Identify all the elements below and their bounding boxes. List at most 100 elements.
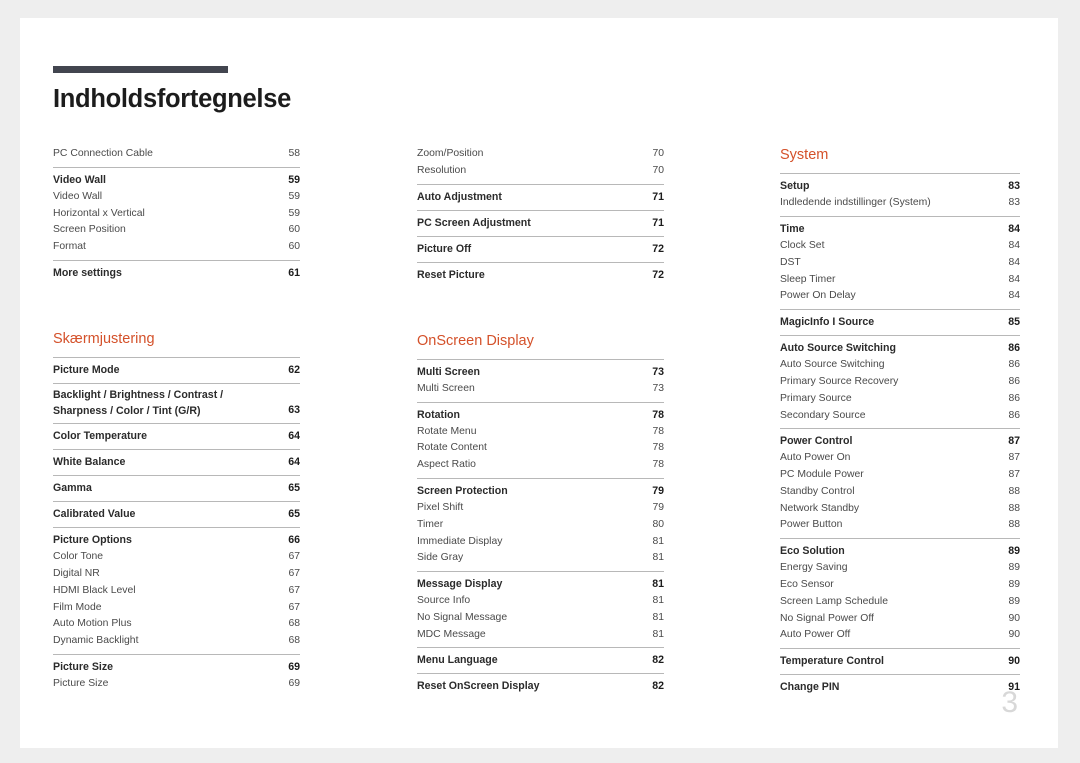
toc-entry-page: 84 bbox=[1008, 273, 1020, 285]
toc-group: Auto Source Switching 86 Auto Source Switc… bbox=[780, 335, 1020, 428]
toc-entry[interactable]: DST 84 bbox=[780, 255, 1020, 272]
toc-entry[interactable]: Zoom/Position 70 bbox=[417, 146, 664, 163]
toc-entry[interactable]: Multi Screen 73 bbox=[417, 381, 664, 398]
toc-entry[interactable]: Sleep Timer 84 bbox=[780, 272, 1020, 289]
toc-entry[interactable]: Network Standby 88 bbox=[780, 501, 1020, 518]
toc-entry[interactable]: Picture Size 69 bbox=[53, 676, 300, 693]
toc-entry[interactable]: Secondary Source 86 bbox=[780, 408, 1020, 425]
toc-entry[interactable]: MagicInfo I Source 85 bbox=[780, 313, 1020, 331]
toc-entry[interactable]: Auto Adjustment 71 bbox=[417, 188, 664, 206]
toc-entry[interactable]: Eco Sensor 89 bbox=[780, 577, 1020, 594]
toc-entry[interactable]: White Balance 64 bbox=[53, 453, 300, 471]
toc-entry-label: Temperature Control bbox=[780, 655, 884, 668]
toc-entry[interactable]: Film Mode 67 bbox=[53, 600, 300, 617]
toc-entry[interactable]: Source Info 81 bbox=[417, 593, 664, 610]
toc-entry[interactable]: Gamma 65 bbox=[53, 479, 300, 497]
toc-entry[interactable]: Screen Lamp Schedule 89 bbox=[780, 594, 1020, 611]
toc-entry-label: Gamma bbox=[53, 482, 92, 495]
toc-entry-page: 67 bbox=[288, 601, 300, 613]
toc-entry[interactable]: Screen Position 60 bbox=[53, 222, 300, 239]
column-3: System Setup 83 Indledende indstillinger (S… bbox=[780, 146, 1020, 700]
toc-entry-label: Auto Motion Plus bbox=[53, 618, 132, 630]
toc-entry[interactable]: Standby Control 88 bbox=[780, 484, 1020, 501]
toc-entry-page: 69 bbox=[288, 660, 300, 673]
toc-entry-label: Immediate Display bbox=[417, 535, 503, 547]
toc-entry[interactable]: Energy Saving 89 bbox=[780, 560, 1020, 577]
toc-entry[interactable]: HDMI Black Level 67 bbox=[53, 583, 300, 600]
toc-entry-label: White Balance bbox=[53, 456, 126, 469]
title-block: Indholdsfortegnelse bbox=[53, 66, 291, 113]
toc-entry[interactable]: PC Screen Adjustment 71 bbox=[417, 214, 664, 232]
toc-entry[interactable]: Rotate Content 78 bbox=[417, 440, 664, 457]
toc-entry-page: 86 bbox=[1008, 359, 1020, 371]
toc-entry-page: 90 bbox=[1008, 655, 1020, 668]
toc-entry-label: Menu Language bbox=[417, 654, 498, 667]
toc-entry[interactable]: Calibrated Value 65 bbox=[53, 505, 300, 523]
toc-entry[interactable]: Picture Mode 62 bbox=[53, 361, 300, 379]
toc-entry[interactable]: Color Tone 67 bbox=[53, 549, 300, 566]
toc-entry[interactable]: Reset OnScreen Display 82 bbox=[417, 677, 664, 695]
section-heading: Skærmjustering bbox=[53, 330, 155, 347]
column-2: Zoom/Position 70 Resolution 70 Auto Adjustme… bbox=[417, 146, 664, 700]
toc-entry[interactable]: Auto Source Switching 86 bbox=[780, 357, 1020, 374]
toc-entry-page: 80 bbox=[652, 518, 664, 530]
toc-columns: PC Connection Cable 58 Video Wall 59 Video W… bbox=[53, 146, 1043, 700]
toc-entry-page: 60 bbox=[288, 224, 300, 236]
toc-entry[interactable]: Format 60 bbox=[53, 239, 300, 256]
toc-entry[interactable]: Power Button 88 bbox=[780, 517, 1020, 534]
toc-entry[interactable]: Auto Power On 87 bbox=[780, 450, 1020, 467]
toc-entry[interactable]: Picture Options 66 bbox=[53, 531, 300, 549]
toc-entry[interactable]: Reset Picture 72 bbox=[417, 266, 664, 284]
toc-entry[interactable]: Pixel Shift 79 bbox=[417, 500, 664, 517]
toc-entry[interactable]: Menu Language 82 bbox=[417, 651, 664, 669]
toc-entry[interactable]: Message Display 81 bbox=[417, 575, 664, 593]
toc-entry[interactable]: Rotate Menu 78 bbox=[417, 424, 664, 441]
toc-entry-page: 86 bbox=[1008, 392, 1020, 404]
toc-entry[interactable]: Resolution 70 bbox=[417, 163, 664, 180]
toc-entry[interactable]: Temperature Control 90 bbox=[780, 652, 1020, 670]
toc-entry-page: 66 bbox=[288, 534, 300, 547]
toc-entry[interactable]: Video Wall 59 bbox=[53, 171, 300, 189]
toc-entry[interactable]: Picture Off 72 bbox=[417, 240, 664, 258]
toc-group: Reset Picture 72 bbox=[417, 261, 664, 288]
toc-entry[interactable]: No Signal Message 81 bbox=[417, 610, 664, 627]
toc-entry[interactable]: Setup 83 bbox=[780, 177, 1020, 195]
toc-entry[interactable]: Side Gray 81 bbox=[417, 550, 664, 567]
toc-entry[interactable]: Clock Set 84 bbox=[780, 238, 1020, 255]
toc-entry[interactable]: Auto Power Off 90 bbox=[780, 627, 1020, 644]
toc-entry[interactable]: Auto Source Switching 86 bbox=[780, 339, 1020, 357]
toc-entry[interactable]: Power On Delay 84 bbox=[780, 288, 1020, 305]
toc-entry[interactable]: Timer 80 bbox=[417, 517, 664, 534]
toc-entry-label: Rotation bbox=[417, 408, 460, 421]
toc-entry[interactable]: Immediate Display 81 bbox=[417, 534, 664, 551]
toc-entry[interactable]: Multi Screen 73 bbox=[417, 363, 664, 381]
toc-entry-label: Auto Power Off bbox=[780, 629, 851, 641]
toc-entry[interactable]: Indledende indstillinger (System) 83 bbox=[780, 195, 1020, 212]
toc-entry[interactable]: Video Wall 59 bbox=[53, 189, 300, 206]
toc-entry[interactable]: Eco Solution 89 bbox=[780, 542, 1020, 560]
toc-entry[interactable]: No Signal Power Off 90 bbox=[780, 611, 1020, 628]
toc-entry[interactable]: Color Temperature 64 bbox=[53, 427, 300, 445]
toc-entry[interactable]: Time 84 bbox=[780, 220, 1020, 238]
toc-entry[interactable]: Auto Motion Plus 68 bbox=[53, 616, 300, 633]
toc-entry[interactable]: Primary Source 86 bbox=[780, 391, 1020, 408]
toc-entry[interactable]: PC Connection Cable 58 bbox=[53, 146, 300, 163]
toc-entry[interactable]: Change PIN 91 bbox=[780, 678, 1020, 696]
toc-entry[interactable]: Horizontal x Vertical 59 bbox=[53, 206, 300, 223]
toc-entry[interactable]: Picture Size 69 bbox=[53, 658, 300, 676]
toc-entry[interactable]: Screen Protection 79 bbox=[417, 482, 664, 500]
toc-entry-label: Primary Source bbox=[780, 392, 852, 404]
toc-entry-page: 59 bbox=[288, 190, 300, 202]
toc-entry[interactable]: PC Module Power 87 bbox=[780, 467, 1020, 484]
toc-entry[interactable]: MDC Message 81 bbox=[417, 627, 664, 644]
toc-entry[interactable]: Primary Source Recovery 86 bbox=[780, 374, 1020, 391]
toc-entry[interactable]: Rotation 78 bbox=[417, 406, 664, 424]
toc-entry[interactable]: Backlight / Brightness / Contrast / Shar… bbox=[53, 387, 300, 419]
toc-entry[interactable]: Dynamic Backlight 68 bbox=[53, 633, 300, 650]
toc-entry[interactable]: Aspect Ratio 78 bbox=[417, 457, 664, 474]
toc-entry-page: 89 bbox=[1008, 562, 1020, 574]
toc-entry-label: DST bbox=[780, 256, 801, 268]
toc-entry[interactable]: Digital NR 67 bbox=[53, 566, 300, 583]
toc-entry[interactable]: Power Control 87 bbox=[780, 432, 1020, 450]
toc-entry[interactable]: More settings 61 bbox=[53, 264, 300, 282]
